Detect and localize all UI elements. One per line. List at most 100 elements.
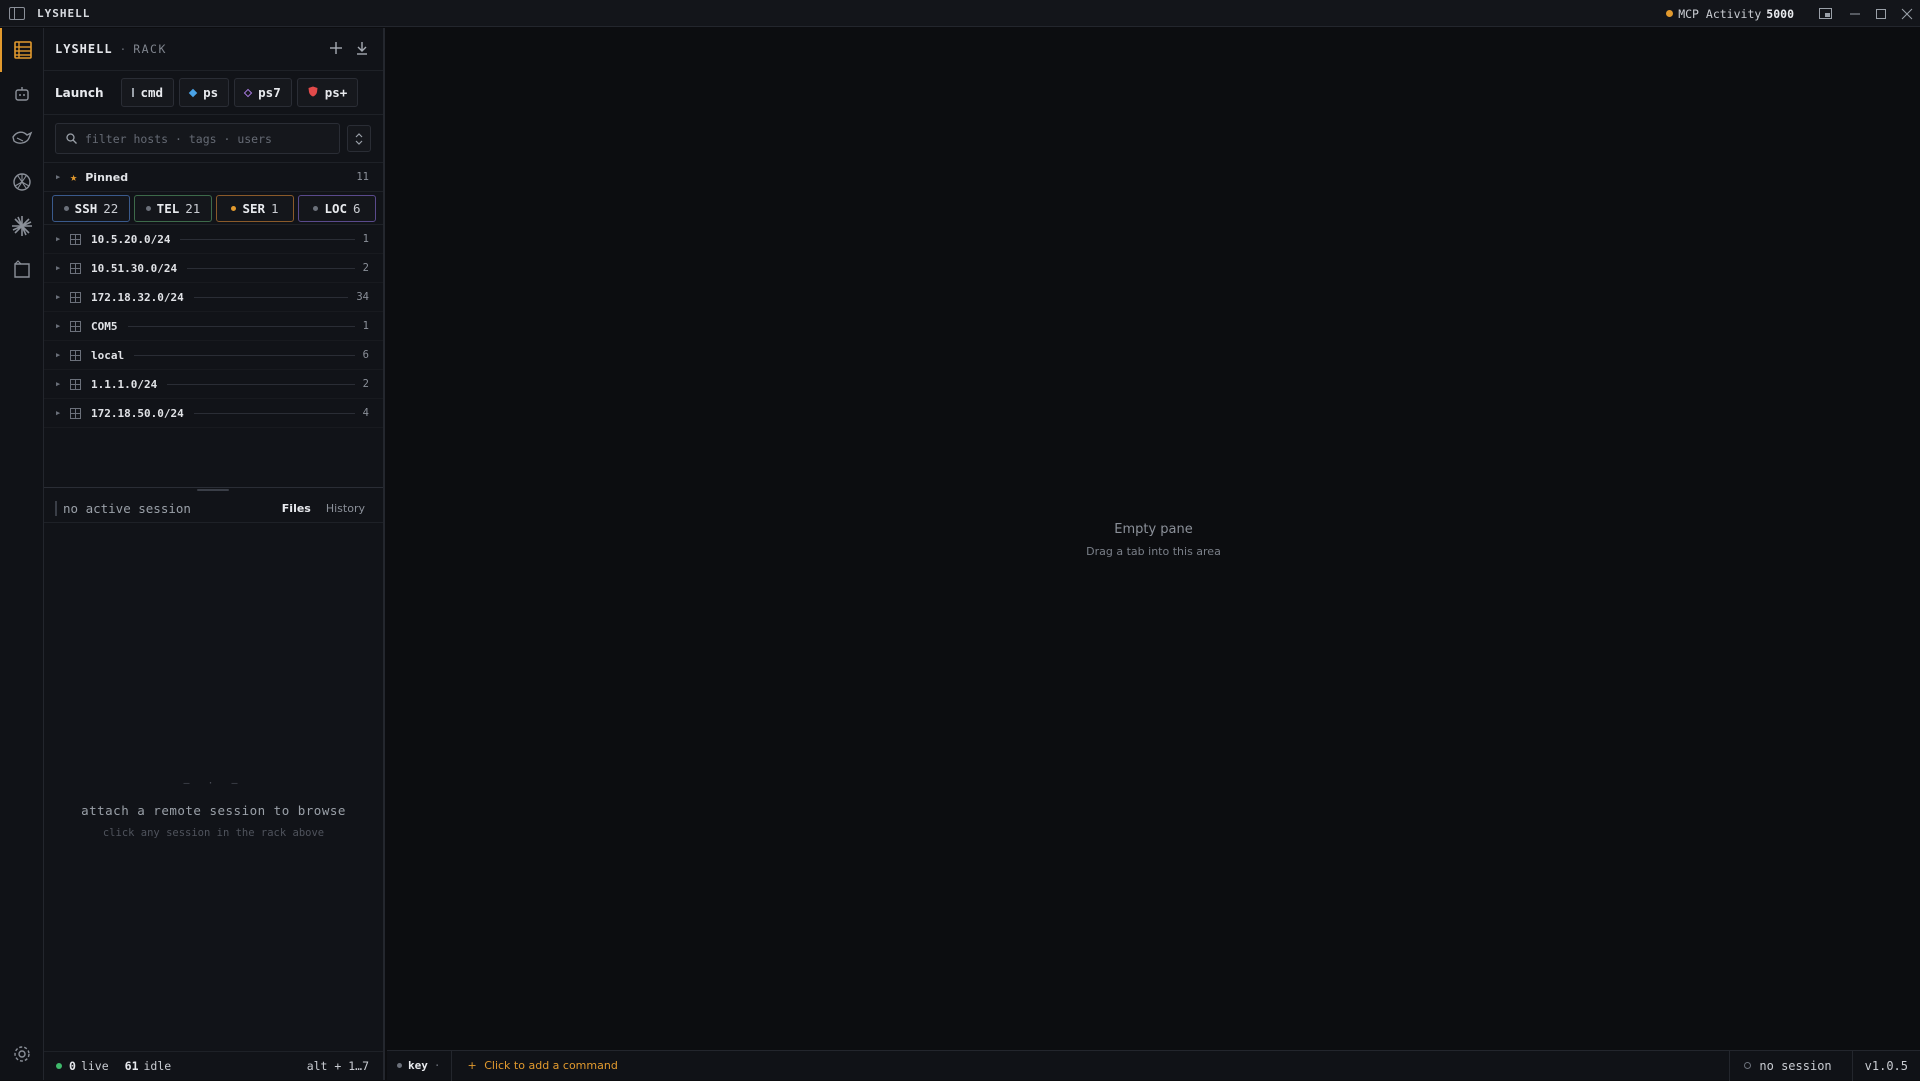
host-group-item[interactable]: ▶ 172.18.32.0/24 34 bbox=[44, 283, 383, 312]
protocol-dot bbox=[231, 205, 237, 211]
mcp-status-dot bbox=[1666, 10, 1674, 17]
protocol-count: 22 bbox=[103, 200, 119, 216]
host-group-count: 1 bbox=[362, 233, 369, 245]
host-group-item[interactable]: ▶ local 6 bbox=[44, 341, 383, 370]
activity-rail bbox=[0, 28, 44, 1080]
launch-ps-label: ps bbox=[203, 85, 219, 100]
idle-count: 61 bbox=[124, 1059, 139, 1073]
empty-state-title: attach a remote session to browse bbox=[81, 803, 346, 818]
app-title: LYSHELL bbox=[37, 6, 91, 20]
splitter-grip[interactable] bbox=[197, 489, 229, 491]
host-group-list: ▶ 10.5.20.0/24 1 ▶ 10.51.30.0/24 2 ▶ 172… bbox=[44, 225, 383, 428]
rack-icon[interactable] bbox=[0, 28, 44, 72]
protocol-filter-serial[interactable]: SER 1 bbox=[216, 194, 294, 222]
host-group-name: 10.51.30.0/24 bbox=[91, 261, 178, 275]
launch-label: Launch bbox=[55, 85, 104, 100]
launch-cmd-button[interactable]: cmd bbox=[120, 78, 175, 107]
protocol-dot bbox=[145, 205, 151, 211]
host-group-name: 172.18.32.0/24 bbox=[91, 290, 184, 304]
panel-header: LYSHELL · RACK bbox=[44, 28, 383, 71]
host-group-item[interactable]: ▶ 10.5.20.0/24 1 bbox=[44, 225, 383, 254]
title-bar: LYSHELL MCP Activity 5000 bbox=[0, 0, 1920, 27]
close-icon[interactable] bbox=[1894, 0, 1920, 27]
idle-label: idle bbox=[143, 1059, 172, 1073]
expand-triangle-icon: ▶ bbox=[56, 351, 61, 359]
live-status-dot bbox=[56, 1063, 62, 1069]
protocol-filter-ssh[interactable]: SSH 22 bbox=[52, 194, 130, 222]
openai-icon[interactable] bbox=[0, 160, 44, 204]
launch-cmd-label: cmd bbox=[140, 85, 164, 100]
panel-splitter[interactable] bbox=[44, 487, 383, 493]
host-group-name: local bbox=[91, 348, 125, 362]
settings-gear-icon[interactable] bbox=[0, 1032, 44, 1076]
live-count: 0 bbox=[69, 1059, 76, 1073]
protocol-filter-local[interactable]: LOC 6 bbox=[298, 194, 376, 222]
protocol-dot bbox=[63, 205, 69, 211]
sparkle-icon[interactable] bbox=[0, 204, 44, 248]
robot-icon[interactable] bbox=[0, 72, 44, 116]
toggle-sidebar-icon[interactable] bbox=[9, 6, 25, 20]
plus-icon: + bbox=[467, 1059, 477, 1072]
protocol-label: SSH bbox=[74, 200, 98, 216]
host-filter-input[interactable] bbox=[85, 131, 325, 146]
grid-icon bbox=[70, 378, 81, 390]
download-icon[interactable] bbox=[355, 40, 369, 59]
panel-section-title: RACK bbox=[133, 42, 167, 56]
key-selector[interactable]: key · bbox=[387, 1050, 452, 1081]
terminal-icon bbox=[131, 88, 134, 97]
host-filter-box bbox=[55, 123, 340, 154]
host-group-count: 2 bbox=[362, 378, 369, 390]
grid-icon bbox=[70, 233, 81, 245]
launch-ps7-button[interactable]: ps7 bbox=[234, 78, 292, 107]
panel-separator: · bbox=[119, 42, 127, 56]
protocol-filter-telnet[interactable]: TEL 21 bbox=[134, 194, 212, 222]
host-group-item[interactable]: ▶ 1.1.1.0/24 2 bbox=[44, 370, 383, 399]
tab-files[interactable]: Files bbox=[282, 502, 311, 515]
key-label: key bbox=[408, 1059, 428, 1072]
protocol-label: LOC bbox=[324, 200, 348, 216]
mcp-activity-indicator[interactable]: MCP Activity 5000 bbox=[1666, 7, 1794, 21]
minimize-icon[interactable] bbox=[1842, 0, 1868, 27]
title-bar-actions: MCP Activity 5000 bbox=[1666, 0, 1920, 27]
empty-pane-hint: Drag a tab into this area bbox=[1086, 545, 1221, 558]
pinned-group[interactable]: ▶ ★ Pinned 11 bbox=[44, 163, 383, 192]
grid-icon bbox=[70, 291, 81, 303]
grid-icon bbox=[70, 320, 81, 332]
launch-ps-admin-button[interactable]: ps+ bbox=[296, 78, 359, 107]
expand-triangle-icon: ▶ bbox=[56, 409, 61, 417]
status-bar: key · + Click to add a command no sessio… bbox=[387, 1050, 1920, 1081]
search-row bbox=[44, 115, 383, 163]
host-group-name: 10.5.20.0/24 bbox=[91, 232, 171, 246]
session-status-circle bbox=[1744, 1062, 1752, 1069]
protocol-count: 6 bbox=[353, 200, 361, 216]
session-indicator: no session bbox=[1729, 1050, 1851, 1081]
add-icon[interactable] bbox=[329, 40, 343, 59]
protocol-label: SER bbox=[242, 200, 266, 216]
search-icon bbox=[66, 129, 77, 148]
host-group-item[interactable]: ▶ 10.51.30.0/24 2 bbox=[44, 254, 383, 283]
maximize-icon[interactable] bbox=[1868, 0, 1894, 27]
add-command-button[interactable]: + Click to add a command bbox=[468, 1059, 618, 1072]
launch-ps-button[interactable]: ps bbox=[179, 78, 230, 107]
host-group-item[interactable]: ▶ 172.18.50.0/24 4 bbox=[44, 399, 383, 428]
bird-icon[interactable] bbox=[0, 116, 44, 160]
panel-footer: 0 live 61 idle alt + 1…7 bbox=[44, 1051, 383, 1080]
host-group-item[interactable]: ▶ COM5 1 bbox=[44, 312, 383, 341]
host-group-count: 1 bbox=[362, 320, 369, 332]
sort-chevrons-icon bbox=[355, 132, 363, 145]
pip-window-icon[interactable] bbox=[1812, 0, 1838, 27]
sort-toggle-button[interactable] bbox=[347, 125, 371, 152]
expand-triangle-icon: ▶ bbox=[56, 293, 61, 301]
live-label: live bbox=[80, 1059, 109, 1073]
tab-history[interactable]: History bbox=[326, 502, 365, 515]
files-empty-state: — · — attach a remote session to browse … bbox=[44, 778, 383, 839]
host-group-count: 6 bbox=[362, 349, 369, 361]
divider-line bbox=[193, 412, 355, 414]
protocol-count: 1 bbox=[271, 200, 279, 216]
box-icon[interactable] bbox=[0, 248, 44, 292]
main-pane[interactable]: Empty pane Drag a tab into this area bbox=[387, 28, 1920, 1050]
session-status-label: no session bbox=[1759, 1058, 1832, 1073]
mcp-port: 5000 bbox=[1766, 6, 1794, 21]
launch-ps7-label: ps7 bbox=[258, 85, 281, 100]
host-group-count: 2 bbox=[362, 262, 369, 274]
